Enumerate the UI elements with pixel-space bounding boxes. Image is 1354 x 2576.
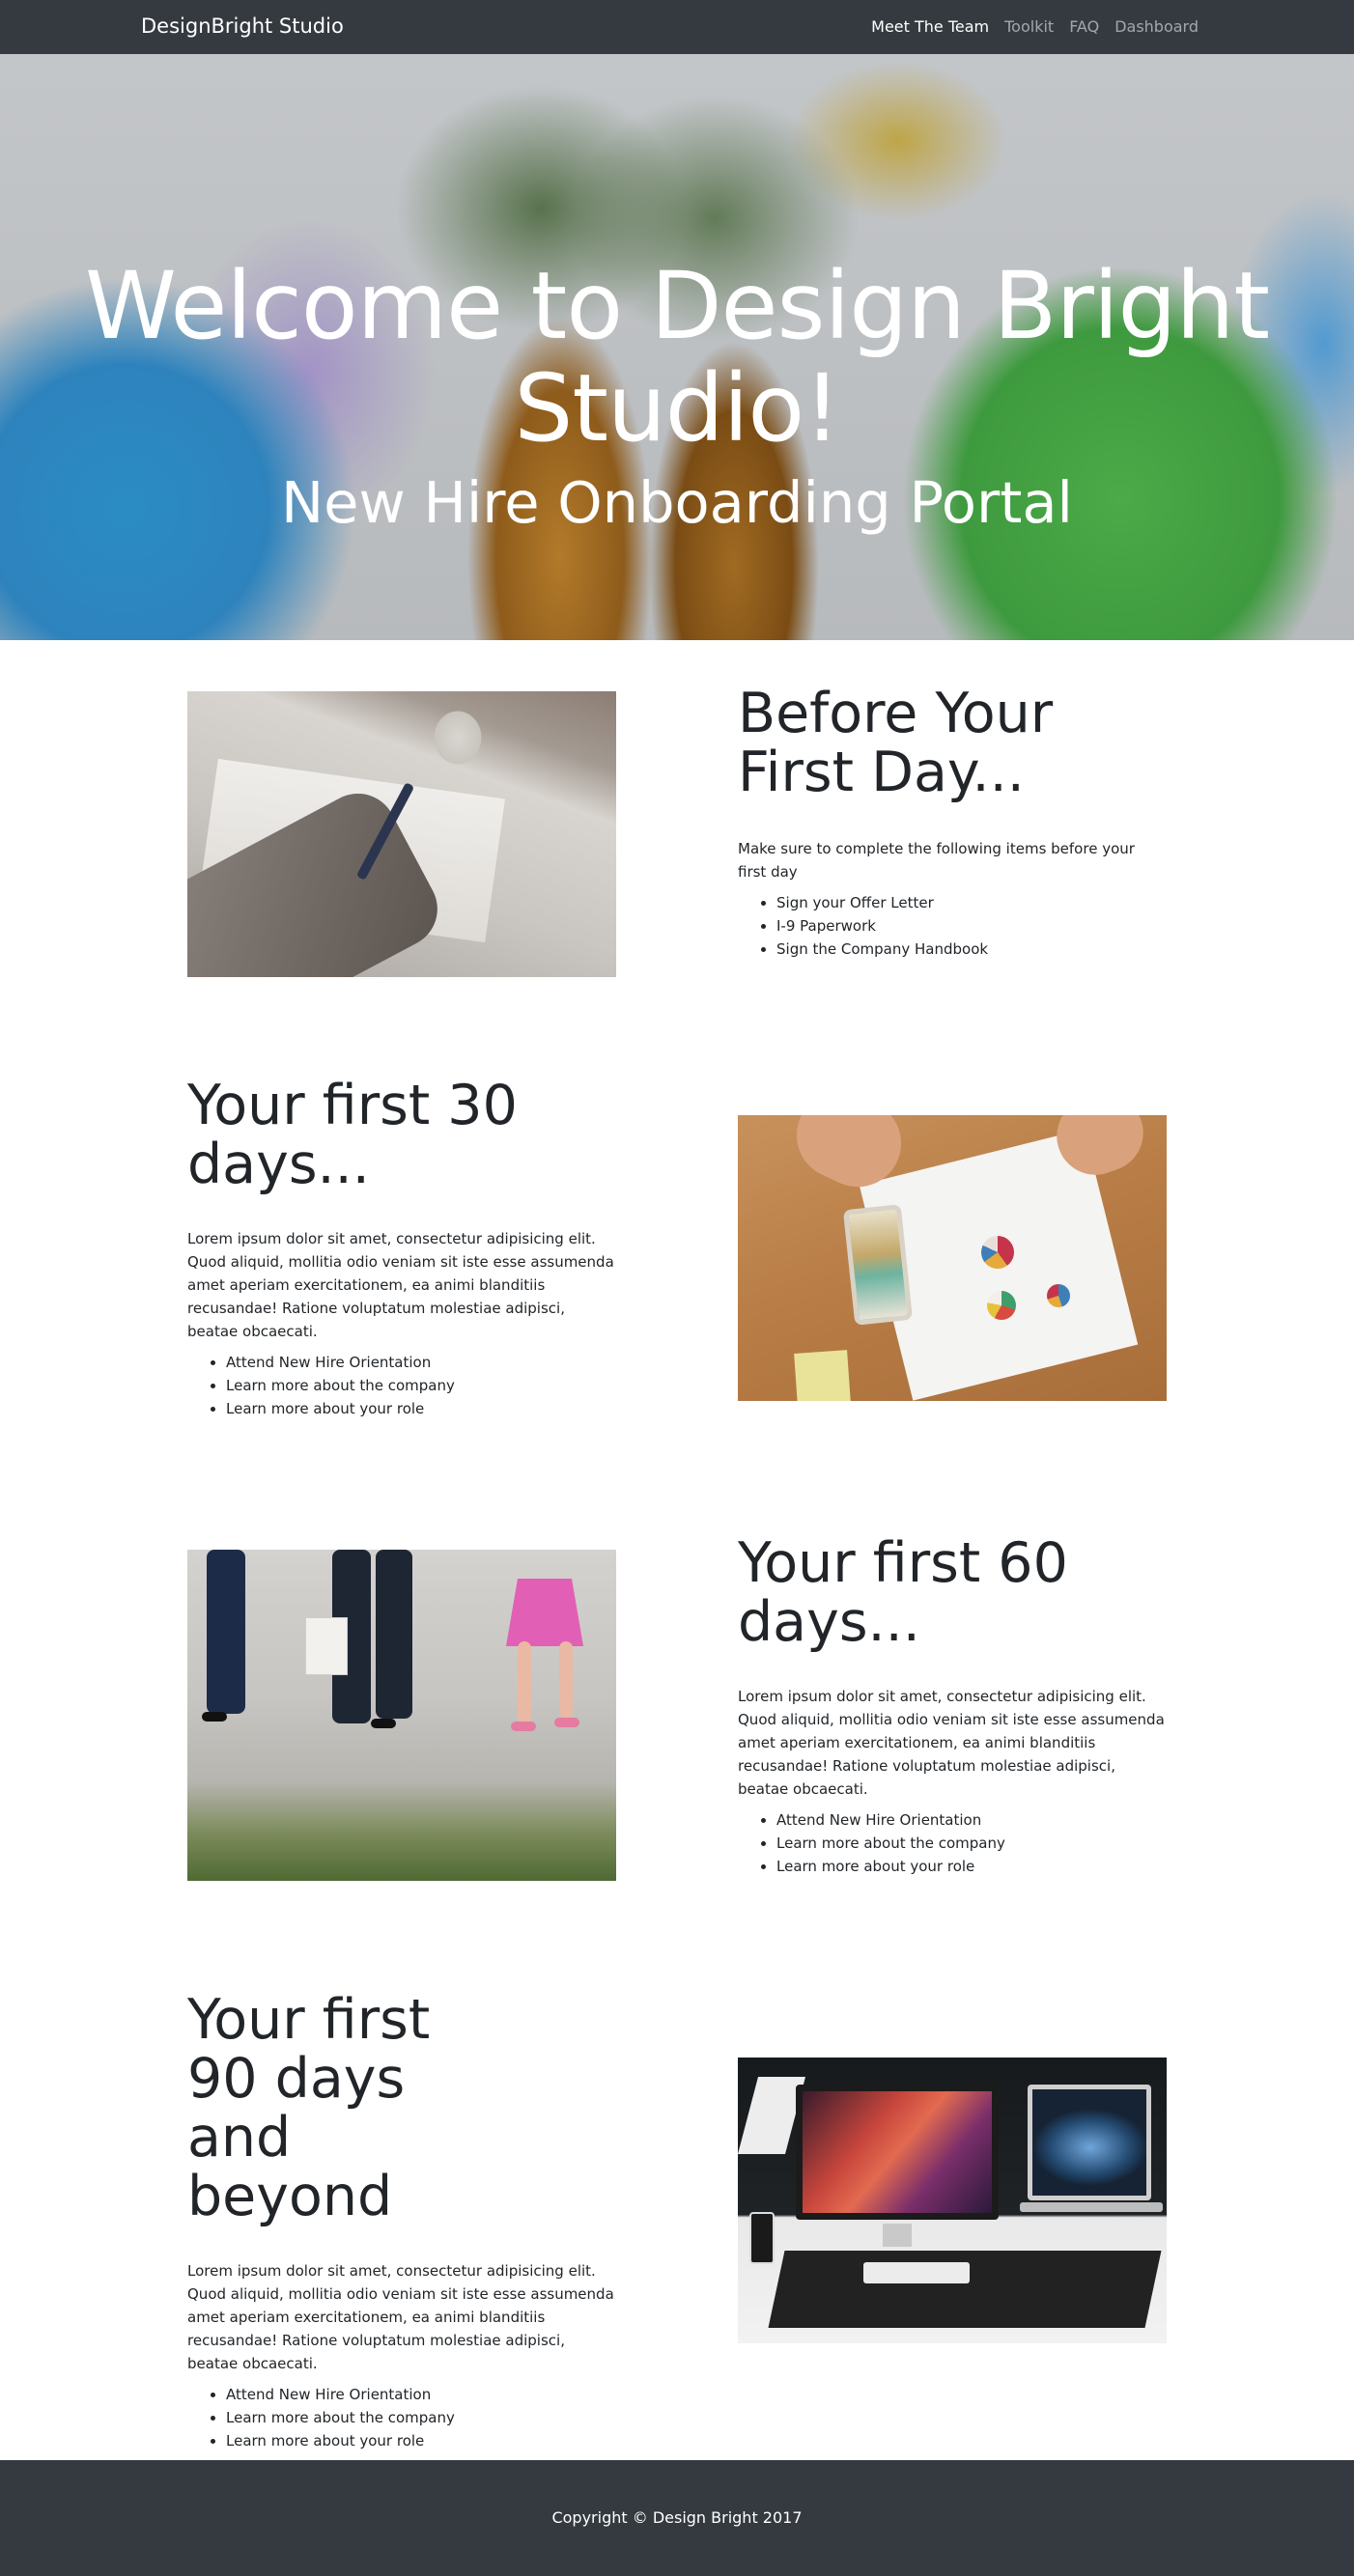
hero-subtitle: New Hire Onboarding Portal xyxy=(281,469,1073,536)
desk-photo xyxy=(738,2058,1167,2343)
list-item: Learn more about the company xyxy=(226,2406,616,2429)
nav-item-dashboard: Dashboard xyxy=(1107,17,1206,36)
checklist: Sign your Offer Letter I-9 Paperwork Sig… xyxy=(738,891,1167,961)
charts-photo xyxy=(738,1115,1167,1401)
hero-banner: Welcome to Design Bright Studio! New Hir… xyxy=(0,54,1354,640)
nav-link-meet-the-team[interactable]: Meet The Team xyxy=(863,17,997,36)
list-item: Learn more about your role xyxy=(226,2429,616,2452)
section-paragraph: Lorem ipsum dolor sit amet, consectetur … xyxy=(187,2262,614,2372)
list-item: Sign the Company Handbook xyxy=(776,938,1167,961)
footer: Copyright © Design Bright 2017 xyxy=(0,2460,1354,2576)
footer-copyright: Copyright © Design Bright 2017 xyxy=(551,2508,803,2527)
list-item: Learn more about the company xyxy=(776,1832,1167,1855)
list-item: Attend New Hire Orientation xyxy=(226,2383,616,2406)
section-heading: Your first 60 days... xyxy=(738,1531,1068,1654)
section-text-first-90-days: Your first 90 days and beyond Lorem ipsu… xyxy=(187,1991,616,2452)
list-item: Learn more about your role xyxy=(226,1397,616,1420)
section-heading: Your first 90 days and beyond xyxy=(187,1988,431,2228)
checklist: Attend New Hire Orientation Learn more a… xyxy=(738,1808,1167,1878)
section-paragraph: Make sure to complete the following item… xyxy=(738,840,1135,881)
list-item: Learn more about the company xyxy=(226,1374,616,1397)
writing-photo xyxy=(187,691,616,977)
section-text-first-30-days: Your first 30 days... Lorem ipsum dolor … xyxy=(187,1077,616,1420)
section-heading: Before Your First Day... xyxy=(738,682,1054,804)
nav-item-meet-the-team: Meet The Team xyxy=(863,17,997,36)
list-item: Sign your Offer Letter xyxy=(776,891,1167,914)
nav-link-faq[interactable]: FAQ xyxy=(1061,17,1107,36)
nav-item-toolkit: Toolkit xyxy=(997,17,1061,36)
navbar: DesignBright Studio Meet The Team Toolki… xyxy=(0,0,1354,54)
section-paragraph: Lorem ipsum dolor sit amet, consectetur … xyxy=(187,1230,614,1340)
section-paragraph: Lorem ipsum dolor sit amet, consectetur … xyxy=(738,1688,1165,1798)
nav-links: Meet The Team Toolkit FAQ Dashboard xyxy=(863,17,1206,36)
nav-link-dashboard[interactable]: Dashboard xyxy=(1107,17,1206,36)
checklist: Attend New Hire Orientation Learn more a… xyxy=(187,1351,616,1420)
walking-photo xyxy=(187,1550,616,1881)
list-item: Attend New Hire Orientation xyxy=(776,1808,1167,1832)
hero-title: Welcome to Design Bright Studio! xyxy=(85,252,1270,462)
nav-link-toolkit[interactable]: Toolkit xyxy=(997,17,1061,36)
section-heading: Your first 30 days... xyxy=(187,1074,518,1196)
list-item: Attend New Hire Orientation xyxy=(226,1351,616,1374)
list-item: I-9 Paperwork xyxy=(776,914,1167,938)
list-item: Learn more about your role xyxy=(776,1855,1167,1878)
brand-link[interactable]: DesignBright Studio xyxy=(141,14,344,38)
section-text-first-60-days: Your first 60 days... Lorem ipsum dolor … xyxy=(738,1534,1167,1878)
section-text-before-first-day: Before Your First Day... Make sure to co… xyxy=(738,685,1167,961)
checklist: Attend New Hire Orientation Learn more a… xyxy=(187,2383,616,2452)
nav-item-faq: FAQ xyxy=(1061,17,1107,36)
